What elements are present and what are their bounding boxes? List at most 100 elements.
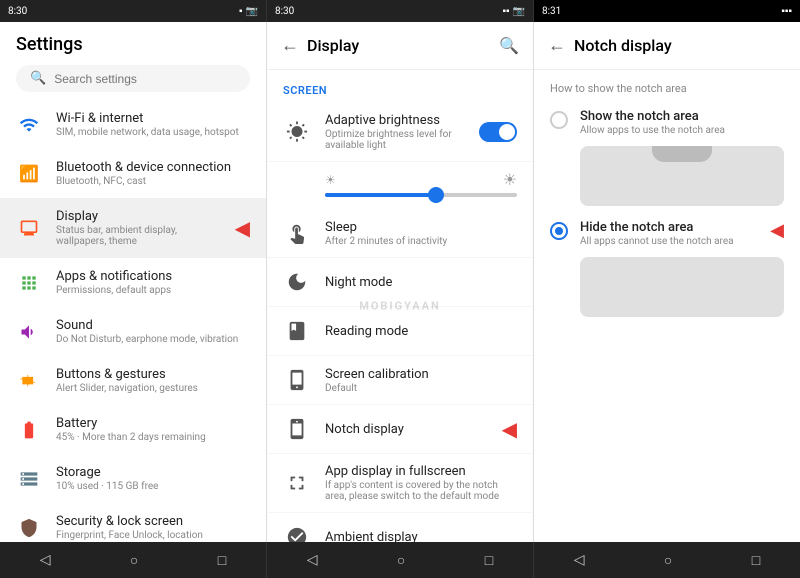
brightness-icon [283,118,311,146]
bluetooth-sub: Bluetooth, NFC, cast [56,176,250,187]
notch-option-show[interactable]: Show the notch area Allow apps to use th… [550,109,784,136]
display-item-ambient[interactable]: Ambient display [267,513,533,542]
reading-icon [283,317,311,345]
notch-text: Notch display [325,422,484,437]
slider-icons: ☀ ☀ [325,170,517,189]
display-item-brightness[interactable]: Adaptive brightness Optimize brightness … [267,103,533,162]
back-nav-mid[interactable]: ◁ [297,548,328,572]
security-sub: Fingerprint, Face Unlock, location [56,530,250,541]
bottom-nav-right: ◁ ○ □ [534,542,800,578]
display-item-sleep[interactable]: Sleep After 2 minutes of inactivity [267,209,533,258]
notch-body: How to show the notch area Show the notc… [534,70,800,542]
brightness-toggle[interactable] [479,122,517,142]
fullscreen-title: App display in fullscreen [325,464,517,479]
radio-show[interactable] [550,111,568,129]
display-panel: ← Display 🔍 MOBIGYAAN SCREEN Adaptive br… [267,22,534,542]
brightness-slider[interactable] [325,193,517,197]
battery-text: Battery 45% · More than 2 days remaining [56,416,250,443]
sidebar-item-wifi[interactable]: Wi-Fi & internet SIM, mobile network, da… [0,100,266,149]
recent-nav-mid[interactable]: □ [475,548,503,573]
security-text: Security & lock screen Fingerprint, Face… [56,514,250,541]
search-bar[interactable]: 🔍 [16,65,250,92]
time-right: 8:31 [542,6,561,17]
buttons-icon [16,368,42,394]
display-icon [16,215,42,241]
display-item-calibration[interactable]: Screen calibration Default [267,356,533,405]
back-nav-right[interactable]: ◁ [564,548,595,572]
sound-text: Sound Do Not Disturb, earphone mode, vib… [56,318,250,345]
home-nav-left[interactable]: ○ [120,548,148,573]
apps-text: Apps & notifications Permissions, defaul… [56,269,250,296]
storage-title: Storage [56,465,250,480]
wifi-sub: SIM, mobile network, data usage, hotspot [56,127,250,138]
notch-title: Notch display [325,422,484,437]
apps-title: Apps & notifications [56,269,250,284]
back-nav-left[interactable]: ◁ [30,548,61,572]
bottom-nav-left: ◁ ○ □ [0,542,267,578]
sidebar-item-display[interactable]: Display Status bar, ambient display, wal… [0,198,266,258]
back-button-display[interactable]: ← [281,35,299,56]
sun-small-icon: ☀ [325,173,336,187]
sidebar-item-buttons[interactable]: Buttons & gestures Alert Slider, navigat… [0,356,266,405]
display-item-fullscreen[interactable]: App display in fullscreen If app's conte… [267,454,533,513]
notch-icon [283,415,311,443]
display-sub: Status bar, ambient display, wallpapers,… [56,225,221,247]
home-nav-right[interactable]: ○ [654,548,682,573]
brightness-text: Adaptive brightness Optimize brightness … [325,113,465,151]
buttons-text: Buttons & gestures Alert Slider, navigat… [56,367,250,394]
brightness-slider-row: ☀ ☀ [267,162,533,209]
brightness-thumb[interactable] [428,187,444,203]
status-bar-mid: 8:30 ▪▪ 📷 [267,0,534,22]
sleep-text: Sleep After 2 minutes of inactivity [325,220,517,247]
ambient-icon [283,523,311,542]
buttons-sub: Alert Slider, navigation, gestures [56,383,250,394]
home-nav-mid[interactable]: ○ [387,548,415,573]
sidebar-item-storage[interactable]: Storage 10% used · 115 GB free [0,454,266,503]
display-item-notch[interactable]: Notch display ◀ [267,405,533,454]
sidebar-item-battery[interactable]: Battery 45% · More than 2 days remaining [0,405,266,454]
display-item-reading[interactable]: Reading mode [267,307,533,356]
wifi-text: Wi-Fi & internet SIM, mobile network, da… [56,111,250,138]
sidebar-item-apps[interactable]: Apps & notifications Permissions, defaul… [0,258,266,307]
status-icons-left: ▪ 📷 [239,6,258,17]
search-input[interactable] [54,72,236,86]
display-panel-title: Display [307,36,359,55]
notch-option-hide[interactable]: Hide the notch area All apps cannot use … [550,220,784,247]
notch-preview-cutout [652,146,712,162]
brightness-sub: Optimize brightness level for available … [325,129,465,151]
hide-arrow-indicator: ◀ [770,220,784,241]
time-mid: 8:30 [275,6,294,17]
sleep-title: Sleep [325,220,517,235]
storage-icon [16,466,42,492]
bluetooth-icon: 📶 [16,161,42,187]
notch-hide-text: Hide the notch area All apps cannot use … [580,220,758,247]
display-arrow-indicator: ◀ [235,216,250,240]
notch-header: ← Notch display [534,22,800,70]
ambient-title: Ambient display [325,530,517,543]
back-button-notch[interactable]: ← [548,35,566,56]
settings-list: Wi-Fi & internet SIM, mobile network, da… [0,100,266,542]
recent-nav-right[interactable]: □ [742,548,770,573]
notch-arrow-indicator: ◀ [502,417,517,441]
recent-nav-left[interactable]: □ [208,548,236,573]
wifi-icon [16,112,42,138]
reading-text: Reading mode [325,324,517,339]
display-text: Display Status bar, ambient display, wal… [56,209,221,247]
display-item-nightmode[interactable]: Night mode [267,258,533,307]
storage-sub: 10% used · 115 GB free [56,481,250,492]
search-icon: 🔍 [30,71,46,86]
bluetooth-text: Bluetooth & device connection Bluetooth,… [56,160,250,187]
notch-hide-sub: All apps cannot use the notch area [580,236,758,247]
calibration-icon [283,366,311,394]
fullscreen-icon [283,469,311,497]
security-icon [16,515,42,541]
search-icon-display[interactable]: 🔍 [499,36,519,55]
sidebar-item-security[interactable]: Security & lock screen Fingerprint, Face… [0,503,266,542]
settings-panel: Settings 🔍 Wi-Fi & internet SIM, mobile … [0,22,267,542]
radio-hide[interactable] [550,222,568,240]
section-screen-label: SCREEN [267,70,533,103]
sidebar-item-sound[interactable]: Sound Do Not Disturb, earphone mode, vib… [0,307,266,356]
sidebar-item-bluetooth[interactable]: 📶 Bluetooth & device connection Bluetoot… [0,149,266,198]
status-bar-right: 8:31 ▪▪▪ [534,0,800,22]
settings-header: Settings 🔍 [0,22,266,100]
